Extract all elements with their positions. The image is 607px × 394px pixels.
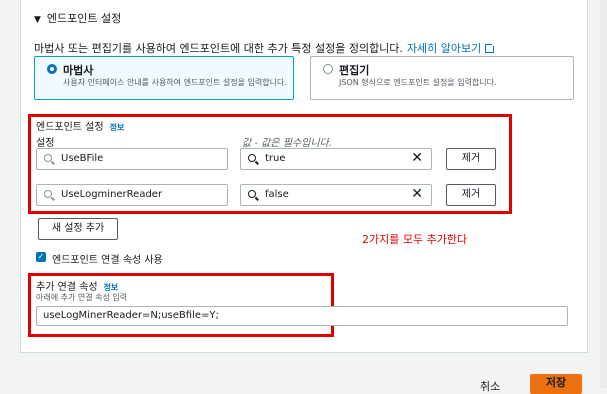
radio-selected-icon[interactable] bbox=[47, 64, 57, 74]
learn-more-link[interactable]: 자세히 알아보기 bbox=[407, 42, 481, 55]
key-column-label: 설정 bbox=[36, 138, 55, 149]
value-column-hint: 값 - 값은 필수입니다. bbox=[242, 138, 332, 149]
connection-attr-value: useLogMinerReader=N;useBfile=Y; bbox=[43, 310, 219, 321]
section-header[interactable]: ▼ 엔드포인트 설정 bbox=[34, 10, 121, 26]
search-icon bbox=[44, 190, 52, 198]
mode-option-wizard[interactable]: 마법사 사용자 인터페이스 안내를 사용하여 엔드포인트 설정을 입력합니다. bbox=[34, 56, 294, 100]
external-link-icon[interactable] bbox=[485, 42, 497, 53]
editor-title: 편집기 bbox=[339, 64, 370, 77]
search-icon bbox=[44, 154, 52, 162]
info-link[interactable]: 정보 bbox=[110, 123, 125, 132]
caret-down-icon[interactable]: ▼ bbox=[34, 15, 41, 25]
wizard-title: 마법사 bbox=[63, 64, 94, 77]
setting-key-value: UseLogminerReader bbox=[61, 189, 163, 200]
search-icon bbox=[248, 190, 256, 198]
setting-value-text: true bbox=[265, 153, 286, 164]
checkbox-checked-icon[interactable]: ✓ bbox=[36, 252, 46, 262]
annotation-text: 2가지를 모두 추가한다 bbox=[362, 233, 468, 246]
add-setting-button[interactable]: 새 설정 추가 bbox=[38, 218, 118, 240]
editor-description: JSON 형식으로 엔드포인트 설정을 입력합니다. bbox=[339, 78, 497, 87]
setting-value-input[interactable]: true ✕ bbox=[240, 148, 432, 170]
connection-attr-checkbox-label[interactable]: 엔드포인트 연결 속성 사용 bbox=[52, 251, 163, 266]
setting-key-input[interactable]: UseLogminerReader bbox=[36, 184, 228, 206]
remove-button[interactable]: 제거 bbox=[446, 148, 496, 170]
remove-button[interactable]: 제거 bbox=[446, 184, 496, 206]
setting-value-input[interactable]: false ✕ bbox=[240, 184, 432, 206]
save-button[interactable]: 저장 bbox=[530, 374, 582, 394]
connection-attr-hint: 아래에 추가 연결 속성 입력 bbox=[36, 293, 128, 302]
setting-key-input[interactable]: UseBFile bbox=[36, 148, 228, 170]
endpoint-settings-title: 엔드포인트 설정 bbox=[36, 122, 104, 133]
section-description: 마법사 또는 편집기를 사용하여 엔드포인트에 대한 추가 특정 설정을 정의합… bbox=[34, 40, 497, 56]
setting-value-text: false bbox=[265, 189, 289, 200]
setting-key-value: UseBFile bbox=[61, 153, 104, 164]
connection-attr-input[interactable]: useLogMinerReader=N;useBfile=Y; bbox=[36, 306, 568, 326]
search-icon bbox=[248, 154, 256, 162]
clear-icon[interactable]: ✕ bbox=[411, 186, 423, 202]
info-link[interactable]: 정보 bbox=[104, 283, 119, 292]
clear-icon[interactable]: ✕ bbox=[411, 150, 423, 166]
description-text: 마법사 또는 편집기를 사용하여 엔드포인트에 대한 추가 특정 설정을 정의합… bbox=[34, 42, 403, 55]
scrollbar[interactable] bbox=[600, 0, 607, 388]
endpoint-settings-label: 엔드포인트 설정 정보 bbox=[36, 118, 124, 133]
mode-option-editor[interactable]: 편집기 JSON 형식으로 엔드포인트 설정을 입력합니다. bbox=[310, 56, 574, 100]
wizard-description: 사용자 인터페이스 안내를 사용하여 엔드포인트 설정을 입력합니다. bbox=[63, 78, 287, 87]
connection-attr-label: 추가 연결 속성 정보 bbox=[36, 278, 118, 293]
radio-unselected-icon[interactable] bbox=[323, 64, 333, 74]
section-title: 엔드포인트 설정 bbox=[46, 12, 122, 25]
cancel-button[interactable]: 취소 bbox=[480, 378, 500, 394]
